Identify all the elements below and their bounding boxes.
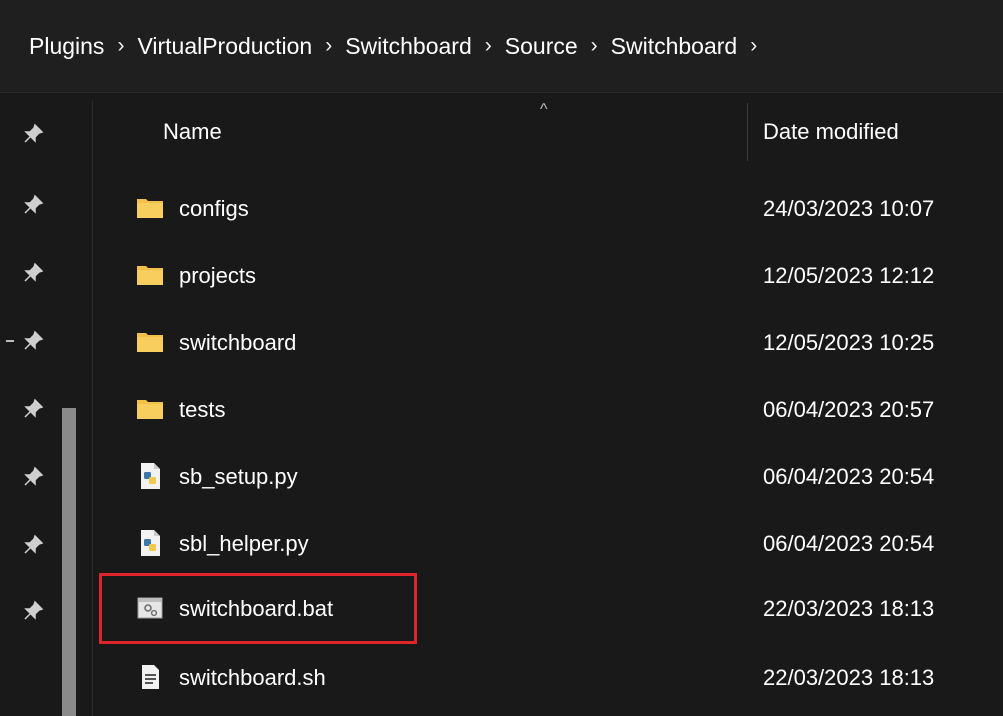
file-name: tests [179,397,226,422]
file-date-modified: 06/04/2023 20:54 [763,531,935,556]
pin-icon[interactable] [22,262,44,284]
pin-icon[interactable] [22,194,44,216]
file-row-switchboard[interactable]: switchboard 12/05/2023 10:25 [94,313,1003,373]
python-file-icon [135,461,165,491]
sort-ascending-icon: ^ [540,101,548,118]
folder-icon [135,260,165,290]
breadcrumb-item-switchboard-current[interactable]: Switchboard [611,33,738,60]
pin-icon[interactable] [22,466,44,488]
file-date-modified: 24/03/2023 10:07 [763,196,935,221]
breadcrumb: Plugins › VirtualProduction › Switchboar… [0,0,1003,93]
quick-access-pin-rail [0,93,62,716]
file-name: switchboard.sh [179,665,326,690]
breadcrumb-item-virtualproduction[interactable]: VirtualProduction [137,33,312,60]
text-file-icon [135,662,165,692]
file-date-modified: 22/03/2023 18:13 [763,596,935,621]
pin-icon[interactable] [22,123,44,145]
file-date-modified: 12/05/2023 10:25 [763,330,935,355]
chevron-right-icon[interactable]: › [325,34,332,58]
file-date-modified: 12/05/2023 12:12 [763,263,935,288]
python-file-icon [135,528,165,558]
file-row-sb-setup-py[interactable]: sb_setup.py 06/04/2023 20:54 [94,447,1003,507]
file-name: sbl_helper.py [179,531,309,556]
file-name: switchboard [179,330,297,355]
divider [6,340,14,342]
highlight-annotation-box [99,573,417,644]
folder-icon [135,193,165,223]
file-row-switchboard-sh[interactable]: switchboard.sh 22/03/2023 18:13 [94,648,1003,708]
file-name: sb_setup.py [179,464,298,489]
file-explorer: Plugins › VirtualProduction › Switchboar… [0,0,1003,716]
file-date-modified: 22/03/2023 18:13 [763,665,935,690]
file-row-tests[interactable]: tests 06/04/2023 20:57 [94,380,1003,440]
pin-icon[interactable] [22,534,44,556]
column-header-date-modified[interactable]: Date modified [763,119,899,145]
pin-icon[interactable] [22,600,44,622]
breadcrumb-item-source[interactable]: Source [505,33,578,60]
file-date-modified: 06/04/2023 20:54 [763,464,935,489]
file-row-configs[interactable]: configs 24/03/2023 10:07 [94,179,1003,239]
pin-icon[interactable] [22,398,44,420]
folder-icon [135,327,165,357]
file-name: projects [179,263,257,288]
column-divider[interactable] [747,103,748,161]
file-date-modified: 06/04/2023 20:57 [763,397,935,422]
file-name: configs [179,196,249,221]
folder-icon [135,394,165,424]
chevron-right-icon[interactable]: › [117,34,124,58]
file-row-projects[interactable]: projects 12/05/2023 12:12 [94,246,1003,306]
file-row-sbl-helper-py[interactable]: sbl_helper.py 06/04/2023 20:54 [94,514,1003,574]
column-header: ^ Name Date modified [94,93,1003,175]
breadcrumb-item-switchboard[interactable]: Switchboard [345,33,472,60]
scrollbar-thumb[interactable] [62,408,76,716]
pin-icon[interactable] [22,330,44,352]
chevron-right-icon[interactable]: › [485,34,492,58]
chevron-right-icon[interactable]: › [591,34,598,58]
pane-divider [92,100,93,716]
chevron-right-icon[interactable]: › [750,34,757,58]
column-header-name[interactable]: Name [163,119,222,145]
breadcrumb-item-plugins[interactable]: Plugins [29,33,104,60]
